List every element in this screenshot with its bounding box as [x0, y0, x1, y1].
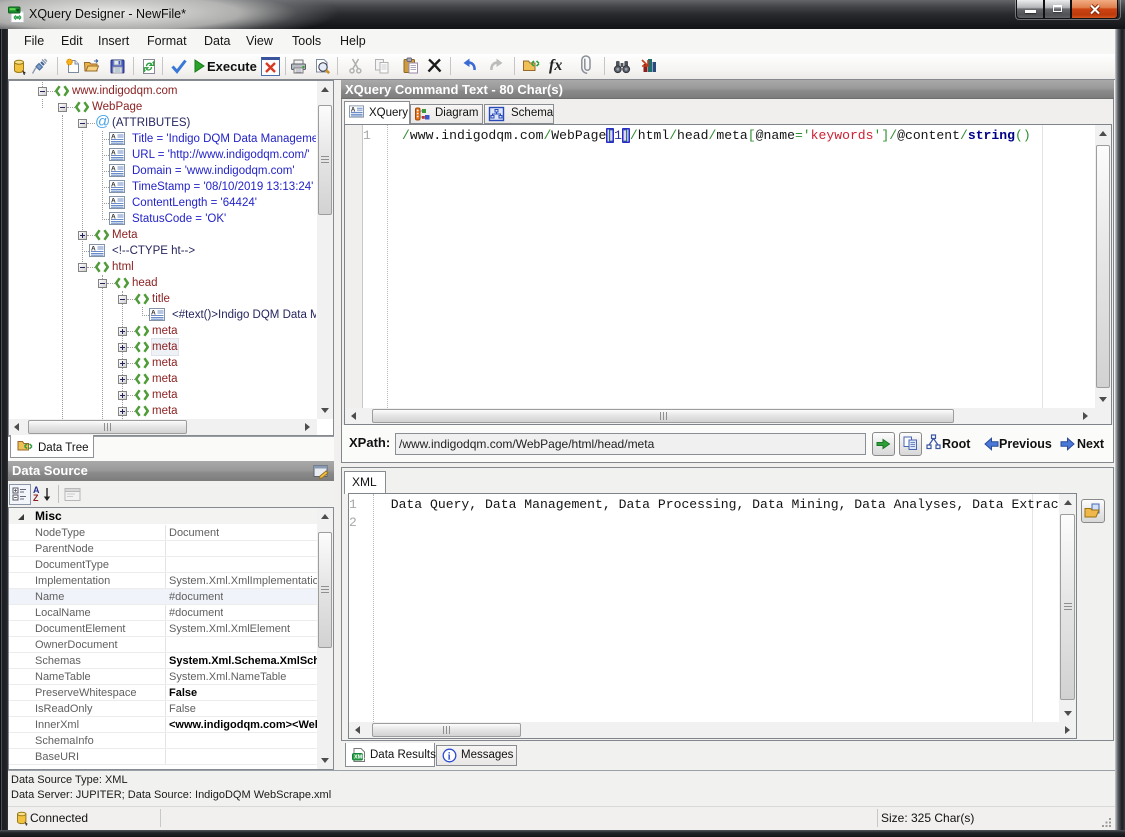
svg-text:i: i — [448, 752, 451, 763]
svg-text:XML: XML — [354, 755, 366, 761]
